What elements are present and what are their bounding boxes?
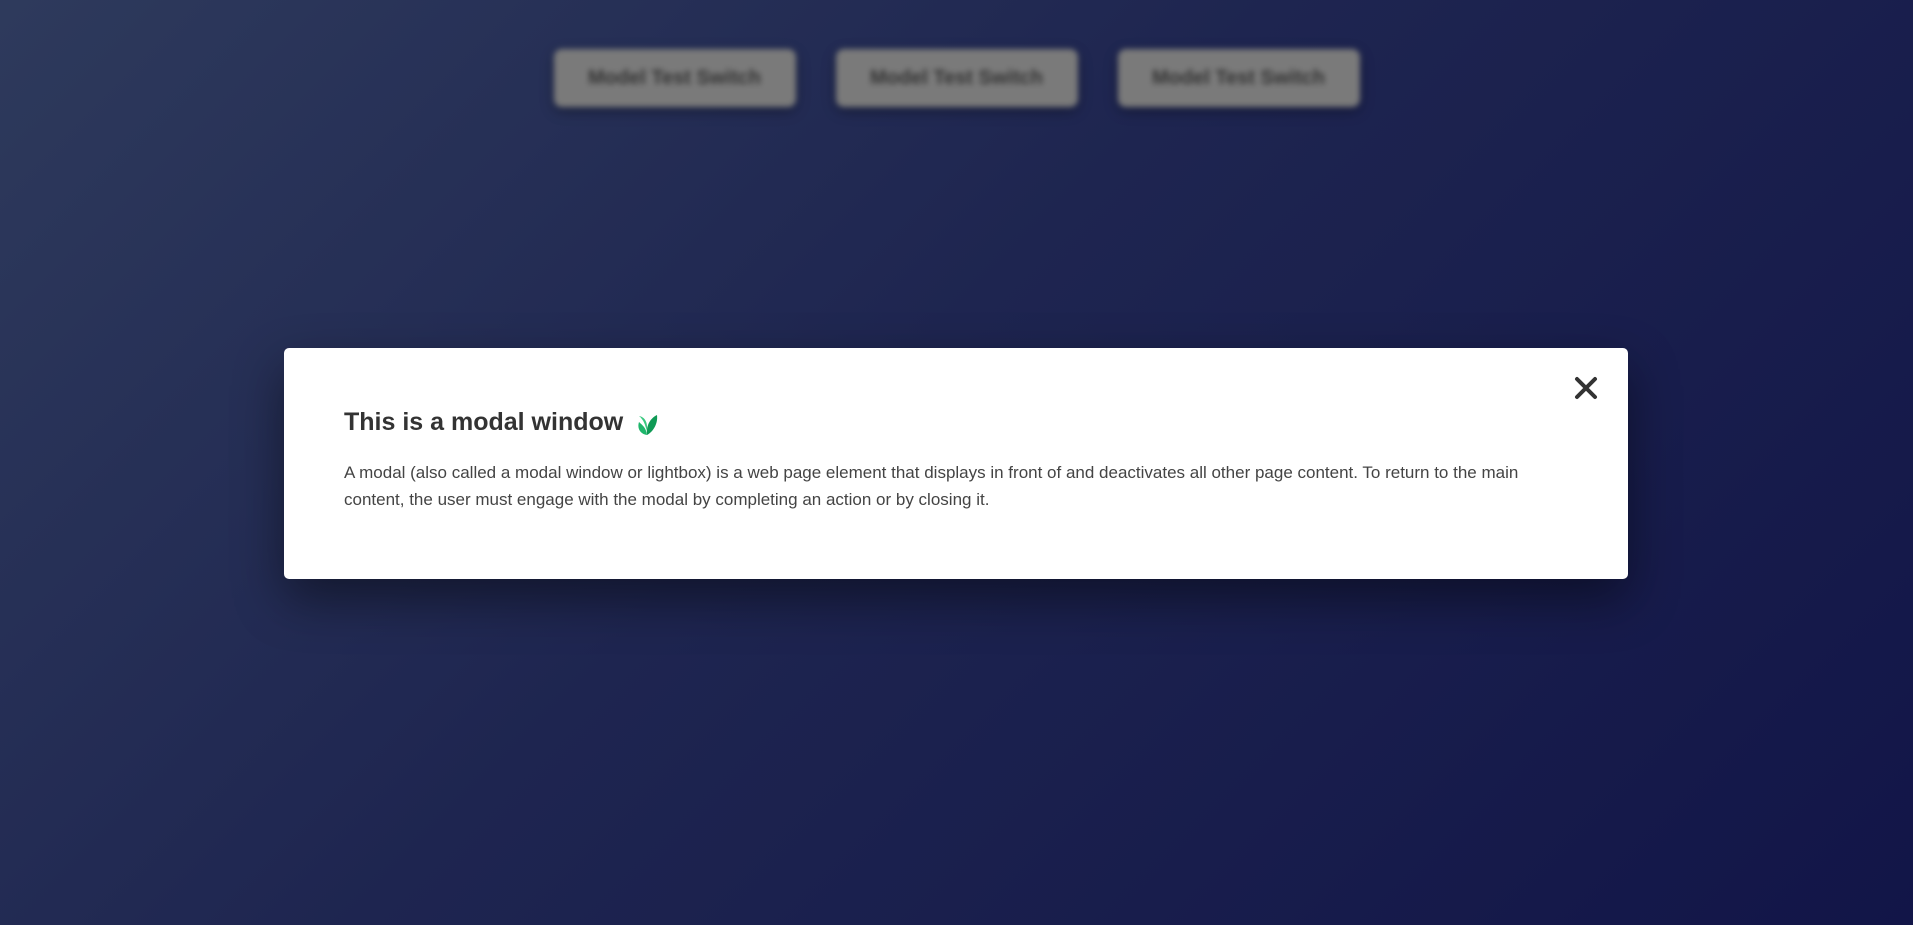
modal-overlay[interactable]: This is a modal window A modal (also cal…: [0, 0, 1913, 925]
close-button[interactable]: [1566, 368, 1606, 408]
modal-body-text: A modal (also called a modal window or l…: [344, 463, 1519, 509]
close-icon: [1575, 377, 1597, 399]
seedling-icon: [638, 414, 658, 435]
modal-title-text: This is a modal window: [344, 408, 624, 436]
modal-window: This is a modal window A modal (also cal…: [284, 348, 1628, 579]
modal-title: This is a modal window: [344, 408, 1568, 437]
